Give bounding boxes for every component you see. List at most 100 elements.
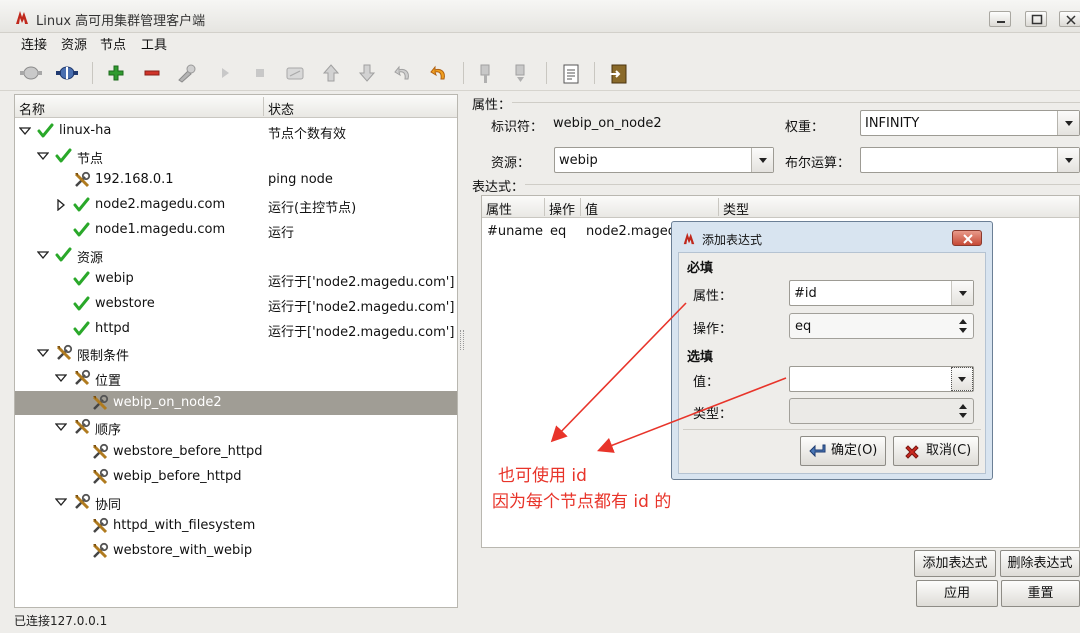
remove-button[interactable] xyxy=(139,61,165,85)
maximize-icon xyxy=(1031,14,1043,25)
tools-icon xyxy=(74,369,91,386)
log-button[interactable] xyxy=(558,61,584,85)
down-icon xyxy=(358,64,376,82)
tree-row[interactable]: 协同 xyxy=(15,490,457,514)
tree-row[interactable]: webstore_with_webip xyxy=(15,539,457,563)
value-dropdown-button[interactable] xyxy=(951,367,973,391)
expanded-arrow-icon[interactable] xyxy=(19,125,31,137)
stop-button[interactable] xyxy=(247,61,273,85)
tree-row[interactable]: 位置 xyxy=(15,366,457,390)
tree-row[interactable]: 节点 xyxy=(15,144,457,168)
reset-button[interactable]: 重置 xyxy=(1001,580,1080,607)
attr-combo[interactable]: #id xyxy=(789,280,974,306)
expr-column-operation[interactable]: 操作 xyxy=(549,199,575,218)
refresh-button[interactable] xyxy=(426,61,452,85)
tree-row[interactable]: 资源 xyxy=(15,243,457,267)
move-up-button[interactable] xyxy=(318,61,344,85)
ok-button[interactable]: 确定(O) xyxy=(800,436,886,466)
tree-row-label: webstore xyxy=(95,295,155,311)
expanded-arrow-icon[interactable] xyxy=(37,249,49,261)
delete-expression-button[interactable]: 删除表达式 xyxy=(1000,550,1080,577)
tree-row[interactable]: webstore_before_httpd xyxy=(15,440,457,464)
menu-resources[interactable]: 资源 xyxy=(59,34,89,53)
tree-row[interactable]: 顺序 xyxy=(15,415,457,439)
tree-row-icon xyxy=(91,394,109,412)
apply-button[interactable]: 应用 xyxy=(916,580,998,607)
expanded-arrow-icon[interactable] xyxy=(55,496,67,508)
migrate-button[interactable] xyxy=(282,61,308,85)
value-combo[interactable] xyxy=(789,366,974,392)
chevron-down-icon xyxy=(959,291,967,296)
close-icon xyxy=(963,234,973,244)
expanded-arrow-icon[interactable] xyxy=(37,150,49,162)
undo-button[interactable] xyxy=(390,61,416,85)
minimize-button[interactable] xyxy=(989,11,1011,27)
menu-tools[interactable]: 工具 xyxy=(139,34,169,53)
tree-row[interactable]: linux-ha 节点个数有效 xyxy=(15,119,457,143)
connect-button[interactable] xyxy=(18,61,44,85)
op-label: 操作： xyxy=(693,322,733,337)
maximize-button[interactable] xyxy=(1025,11,1047,27)
close-window-button[interactable] xyxy=(1059,11,1080,27)
bool-op-label: 布尔运算： xyxy=(785,156,851,171)
resource-combo[interactable]: webip xyxy=(554,147,774,173)
expanded-arrow-icon[interactable] xyxy=(55,372,67,384)
tree-row[interactable]: webip_before_httpd xyxy=(15,465,457,489)
tree-row[interactable]: node1.magedu.com 运行 xyxy=(15,218,457,242)
tree-row-label: webip xyxy=(95,271,134,287)
tree-row[interactable]: httpd 运行于['node2.magedu.com'] xyxy=(15,317,457,341)
weight-combo[interactable]: INFINITY xyxy=(860,110,1080,136)
tree-row[interactable]: webip 运行于['node2.magedu.com'] xyxy=(15,267,457,291)
disconnect-button[interactable] xyxy=(54,61,80,85)
tree-row[interactable]: 限制条件 xyxy=(15,341,457,365)
weight-value: INFINITY xyxy=(865,116,920,131)
expanded-arrow-icon[interactable] xyxy=(37,347,49,359)
dialog-close-button[interactable] xyxy=(952,230,982,246)
window-title: Linux 高可用集群管理客户端 xyxy=(36,14,206,29)
check-icon xyxy=(73,197,90,212)
pane-splitter[interactable] xyxy=(460,330,464,350)
tree-row-label: webstore_with_webip xyxy=(113,542,253,558)
expr-column-attribute[interactable]: 属性 xyxy=(486,199,512,218)
collapsed-arrow-icon[interactable] xyxy=(55,199,67,212)
menu-connect[interactable]: 连接 xyxy=(19,34,49,53)
op-select[interactable]: eq xyxy=(789,313,974,339)
status-bar: 已连接127.0.0.1 xyxy=(14,614,108,628)
tree-row[interactable]: webip_on_node2 xyxy=(15,390,457,415)
bool-op-dropdown-button[interactable] xyxy=(1057,148,1079,172)
add-expression-button[interactable]: 添加表达式 xyxy=(914,550,996,577)
cluster-tree: 名称 状态 linux-ha 节点个数有效 节点 192.168.0.1 ping no… xyxy=(14,94,458,608)
tree-row[interactable]: 192.168.0.1 ping node xyxy=(15,168,457,192)
tree-row-label: 192.168.0.1 xyxy=(95,172,174,188)
tree-row-icon xyxy=(55,246,73,264)
active-button[interactable] xyxy=(508,61,534,85)
expressions-section-label: 表达式： xyxy=(472,180,525,195)
column-header-status[interactable]: 状态 xyxy=(268,99,294,118)
value-label: 值： xyxy=(693,375,720,390)
add-button[interactable] xyxy=(103,61,129,85)
tree-row[interactable]: httpd_with_filesystem xyxy=(15,514,457,538)
app-logo-icon xyxy=(16,11,28,24)
exit-button[interactable] xyxy=(606,61,632,85)
type-select[interactable] xyxy=(789,398,974,424)
cleanup-button[interactable] xyxy=(174,61,200,85)
expr-column-type[interactable]: 类型 xyxy=(723,199,749,218)
bool-op-combo[interactable] xyxy=(860,147,1080,173)
resource-dropdown-button[interactable] xyxy=(751,148,773,172)
attr-dropdown-button[interactable] xyxy=(951,281,973,305)
tree-row-icon xyxy=(73,221,91,239)
cancel-x-icon xyxy=(905,445,919,459)
tree-row[interactable]: webstore 运行于['node2.magedu.com'] xyxy=(15,292,457,316)
start-button[interactable] xyxy=(212,61,238,85)
menu-nodes[interactable]: 节点 xyxy=(98,34,128,53)
move-down-button[interactable] xyxy=(354,61,380,85)
expr-column-value[interactable]: 值 xyxy=(585,199,598,218)
expanded-arrow-icon[interactable] xyxy=(55,421,67,433)
tree-row-label: webip_before_httpd xyxy=(113,468,242,484)
cancel-button[interactable]: 取消(C) xyxy=(893,436,979,466)
weight-dropdown-button[interactable] xyxy=(1057,111,1079,135)
section-divider xyxy=(525,184,1080,185)
standby-button[interactable] xyxy=(473,61,499,85)
column-header-name[interactable]: 名称 xyxy=(19,99,45,118)
tree-row[interactable]: node2.magedu.com 运行(主控节点) xyxy=(15,193,457,217)
